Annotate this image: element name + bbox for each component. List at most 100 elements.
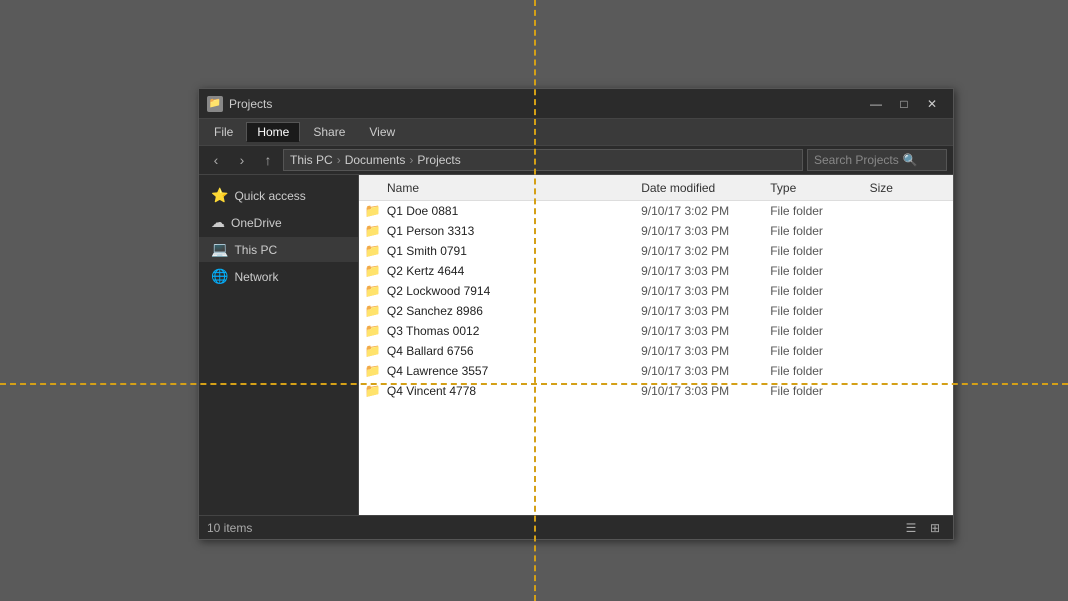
col-header-name[interactable]: Name bbox=[363, 181, 641, 195]
tab-file[interactable]: File bbox=[203, 122, 244, 142]
maximize-button[interactable]: □ bbox=[891, 94, 917, 114]
table-row[interactable]: 📁 Q1 Person 3313 9/10/17 3:03 PM File fo… bbox=[359, 221, 953, 241]
col-header-size[interactable]: Size bbox=[870, 181, 949, 195]
search-icon: 🔍 bbox=[903, 153, 918, 167]
onedrive-icon: ☁ bbox=[211, 214, 225, 231]
folder-icon: 📁 bbox=[363, 363, 383, 379]
sidebar-label-onedrive: OneDrive bbox=[231, 216, 282, 230]
up-button[interactable]: ↑ bbox=[257, 149, 279, 171]
file-date: 9/10/17 3:03 PM bbox=[641, 344, 770, 358]
sidebar-item-onedrive[interactable]: ☁ OneDrive bbox=[199, 210, 358, 235]
file-name: Q3 Thomas 0012 bbox=[387, 324, 641, 338]
file-type: File folder bbox=[770, 244, 869, 258]
sidebar-item-quickaccess[interactable]: ⭐ Quick access bbox=[199, 183, 358, 208]
folder-icon: 📁 bbox=[363, 283, 383, 299]
file-date: 9/10/17 3:03 PM bbox=[641, 384, 770, 398]
close-button[interactable]: ✕ bbox=[919, 94, 945, 114]
table-row[interactable]: 📁 Q4 Ballard 6756 9/10/17 3:03 PM File f… bbox=[359, 341, 953, 361]
path-projects: Projects bbox=[417, 153, 460, 167]
address-path[interactable]: This PC › Documents › Projects bbox=[283, 149, 803, 171]
table-row[interactable]: 📁 Q1 Doe 0881 9/10/17 3:02 PM File folde… bbox=[359, 201, 953, 221]
network-icon: 🌐 bbox=[211, 268, 228, 285]
file-date: 9/10/17 3:03 PM bbox=[641, 264, 770, 278]
folder-icon: 📁 bbox=[363, 343, 383, 359]
titlebar: 📁 Projects — □ ✕ bbox=[199, 89, 953, 119]
file-name: Q2 Kertz 4644 bbox=[387, 264, 641, 278]
window-icon: 📁 bbox=[207, 96, 223, 112]
file-date: 9/10/17 3:02 PM bbox=[641, 244, 770, 258]
tab-home[interactable]: Home bbox=[246, 122, 300, 142]
large-icons-view-button[interactable]: ⊞ bbox=[925, 519, 945, 537]
file-type: File folder bbox=[770, 284, 869, 298]
ribbon-tabs: File Home Share View bbox=[199, 119, 953, 145]
path-documents: Documents bbox=[345, 153, 406, 167]
col-header-date[interactable]: Date modified bbox=[641, 181, 770, 195]
file-list: 📁 Q1 Doe 0881 9/10/17 3:02 PM File folde… bbox=[359, 201, 953, 515]
path-sep-2: › bbox=[409, 153, 413, 167]
path-sep-1: › bbox=[337, 153, 341, 167]
file-name: Q1 Doe 0881 bbox=[387, 204, 641, 218]
file-type: File folder bbox=[770, 364, 869, 378]
quickaccess-icon: ⭐ bbox=[211, 187, 228, 204]
folder-icon: 📁 bbox=[363, 383, 383, 399]
tab-share[interactable]: Share bbox=[302, 122, 356, 142]
table-row[interactable]: 📁 Q2 Kertz 4644 9/10/17 3:03 PM File fol… bbox=[359, 261, 953, 281]
file-date: 9/10/17 3:03 PM bbox=[641, 324, 770, 338]
sidebar-item-network[interactable]: 🌐 Network bbox=[199, 264, 358, 289]
main-content: ⭐ Quick access ☁ OneDrive 💻 This PC 🌐 Ne… bbox=[199, 175, 953, 515]
table-row[interactable]: 📁 Q1 Smith 0791 9/10/17 3:02 PM File fol… bbox=[359, 241, 953, 261]
file-type: File folder bbox=[770, 304, 869, 318]
file-type: File folder bbox=[770, 264, 869, 278]
table-row[interactable]: 📁 Q3 Thomas 0012 9/10/17 3:03 PM File fo… bbox=[359, 321, 953, 341]
view-icons: ☰ ⊞ bbox=[901, 519, 945, 537]
folder-icon: 📁 bbox=[363, 323, 383, 339]
file-date: 9/10/17 3:03 PM bbox=[641, 304, 770, 318]
thispc-icon: 💻 bbox=[211, 241, 228, 258]
addressbar: ‹ › ↑ This PC › Documents › Projects Sea… bbox=[199, 145, 953, 175]
file-date: 9/10/17 3:03 PM bbox=[641, 284, 770, 298]
item-count: 10 items bbox=[207, 521, 252, 535]
minimize-button[interactable]: — bbox=[863, 94, 889, 114]
folder-icon: 📁 bbox=[363, 303, 383, 319]
file-name: Q1 Smith 0791 bbox=[387, 244, 641, 258]
titlebar-controls: — □ ✕ bbox=[863, 94, 945, 114]
file-name: Q2 Lockwood 7914 bbox=[387, 284, 641, 298]
sidebar-label-network: Network bbox=[234, 270, 278, 284]
sidebar-item-thispc[interactable]: 💻 This PC bbox=[199, 237, 358, 262]
forward-button[interactable]: › bbox=[231, 149, 253, 171]
file-area: Name Date modified Type Size 📁 Q1 Doe 08… bbox=[359, 175, 953, 515]
file-name: Q4 Lawrence 3557 bbox=[387, 364, 641, 378]
file-date: 9/10/17 3:03 PM bbox=[641, 224, 770, 238]
table-row[interactable]: 📁 Q4 Vincent 4778 9/10/17 3:03 PM File f… bbox=[359, 381, 953, 401]
table-row[interactable]: 📁 Q4 Lawrence 3557 9/10/17 3:03 PM File … bbox=[359, 361, 953, 381]
sidebar-label-thispc: This PC bbox=[234, 243, 277, 257]
file-name: Q1 Person 3313 bbox=[387, 224, 641, 238]
back-button[interactable]: ‹ bbox=[205, 149, 227, 171]
table-row[interactable]: 📁 Q2 Sanchez 8986 9/10/17 3:03 PM File f… bbox=[359, 301, 953, 321]
file-name: Q4 Vincent 4778 bbox=[387, 384, 641, 398]
folder-icon: 📁 bbox=[363, 263, 383, 279]
file-date: 9/10/17 3:02 PM bbox=[641, 204, 770, 218]
explorer-window: 📁 Projects — □ ✕ File Home Share View ‹ … bbox=[198, 88, 954, 540]
file-type: File folder bbox=[770, 344, 869, 358]
file-type: File folder bbox=[770, 384, 869, 398]
folder-icon: 📁 bbox=[363, 223, 383, 239]
path-thispc: This PC bbox=[290, 153, 333, 167]
table-row[interactable]: 📁 Q2 Lockwood 7914 9/10/17 3:03 PM File … bbox=[359, 281, 953, 301]
folder-icon: 📁 bbox=[363, 203, 383, 219]
column-headers: Name Date modified Type Size bbox=[359, 175, 953, 201]
file-type: File folder bbox=[770, 324, 869, 338]
file-name: Q4 Ballard 6756 bbox=[387, 344, 641, 358]
file-type: File folder bbox=[770, 204, 869, 218]
details-view-button[interactable]: ☰ bbox=[901, 519, 921, 537]
ribbon: File Home Share View bbox=[199, 119, 953, 145]
statusbar: 10 items ☰ ⊞ bbox=[199, 515, 953, 539]
folder-icon: 📁 bbox=[363, 243, 383, 259]
window-title: Projects bbox=[229, 97, 272, 111]
sidebar: ⭐ Quick access ☁ OneDrive 💻 This PC 🌐 Ne… bbox=[199, 175, 359, 515]
file-type: File folder bbox=[770, 224, 869, 238]
col-header-type[interactable]: Type bbox=[770, 181, 869, 195]
search-box[interactable]: Search Projects 🔍 bbox=[807, 149, 947, 171]
titlebar-left: 📁 Projects bbox=[207, 96, 272, 112]
tab-view[interactable]: View bbox=[358, 122, 406, 142]
